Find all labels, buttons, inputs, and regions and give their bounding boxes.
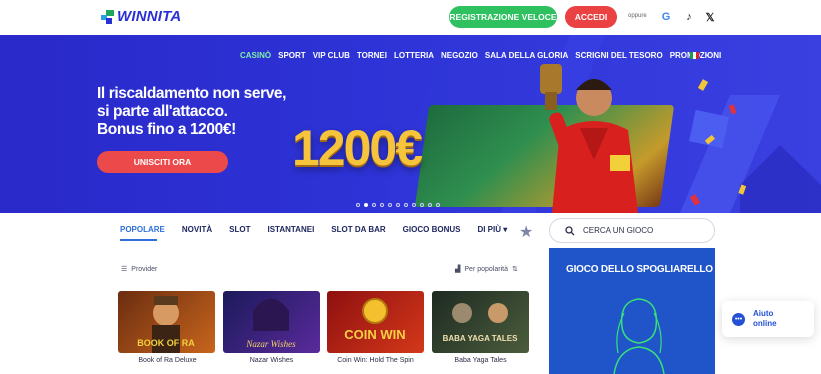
coin-win-art: COIN WIN xyxy=(344,298,406,342)
confetti-decoration xyxy=(690,79,747,205)
carousel-dot[interactable] xyxy=(356,203,360,207)
baba-yaga-art-text: BABA YAGA TALES xyxy=(443,334,518,343)
nazar-wishes-art-text: Nazar Wishes xyxy=(245,339,296,349)
chat-bubble-icon: ••• xyxy=(732,312,745,326)
carousel-dot[interactable] xyxy=(420,203,424,207)
carousel-dots xyxy=(356,203,440,207)
carousel-dot[interactable] xyxy=(372,203,376,207)
provider-filter[interactable]: ☰ Provider xyxy=(121,265,158,274)
search-input[interactable]: CERCA UN GIOCO xyxy=(549,218,715,243)
game-title-nazar-wishes: Nazar Wishes xyxy=(249,357,294,364)
x-icon[interactable]: 𝕏 xyxy=(702,9,718,25)
baba-yaga-art: BABA YAGA TALES xyxy=(443,303,518,343)
nav-item-scrigni-del-tesoro[interactable]: SCRIGNI DEL TESORO xyxy=(575,51,662,60)
flag-it-icon[interactable] xyxy=(690,52,699,59)
book-of-ra-art-text: BOOK OF RA xyxy=(137,338,195,348)
carousel-dot[interactable] xyxy=(412,203,416,207)
side-promo-title: GIOCO DELLO SPOGLIARELLO xyxy=(566,264,713,275)
chevron-down-icon: ▾ xyxy=(503,225,508,234)
carousel-dot[interactable] xyxy=(436,203,440,207)
game-tile-book-of-ra[interactable]: BOOK OF RA xyxy=(118,291,215,353)
chat-label-line1: Aiuto xyxy=(753,309,774,318)
side-promo-figure-image xyxy=(613,298,665,374)
game-title-book-of-ra: Book of Ra Deluxe xyxy=(138,357,197,364)
sort-bars-icon: ▟ xyxy=(455,266,461,273)
provider-label: Provider xyxy=(131,265,158,273)
carousel-dot[interactable] xyxy=(396,203,400,207)
nav-item-casino[interactable]: CASINÒ xyxy=(240,51,271,60)
coin-win-art-text: COIN WIN xyxy=(344,327,405,342)
hero-headline-line1: Il riscaldamento non serve, xyxy=(97,85,287,102)
sort-label: Per popolarità xyxy=(464,265,508,273)
register-button[interactable]: REGISTRAZIONE VELOCE xyxy=(449,6,557,28)
favorites-star-icon[interactable]: ★ xyxy=(519,222,533,242)
brand-logo[interactable]: WINNITA xyxy=(101,8,181,25)
game-tile-coin-win[interactable]: COIN WIN xyxy=(327,291,424,353)
chat-label: Aiuto online xyxy=(753,309,777,329)
join-now-button[interactable]: UNISCITI ORA xyxy=(97,151,228,173)
google-icon[interactable]: G xyxy=(658,9,674,25)
active-tab-indicator xyxy=(120,239,157,241)
hero-headline-line3: Bonus fino a 1200€! xyxy=(97,121,236,138)
tab-istantanei[interactable]: ISTANTANEI xyxy=(267,225,314,234)
nav-item-sport[interactable]: SPORT xyxy=(278,51,306,60)
tab-popolare[interactable]: POPOLARE xyxy=(120,225,165,234)
or-label: oppure xyxy=(628,13,647,19)
search-placeholder: CERCA UN GIOCO xyxy=(583,226,654,235)
game-tile-nazar-wishes[interactable]: Nazar Wishes xyxy=(223,291,320,353)
search-icon xyxy=(565,225,575,235)
carousel-dot[interactable] xyxy=(388,203,392,207)
nav-item-negozio[interactable]: NEGOZIO xyxy=(441,51,478,60)
tab-di-piu-label: DI PIÙ xyxy=(477,225,502,234)
book-of-ra-art: BOOK OF RA xyxy=(137,296,195,353)
top-bar: WINNITA REGISTRAZIONE VELOCE ACCEDI oppu… xyxy=(0,0,821,35)
game-title-baba-yaga-tales: Baba Yaga Tales xyxy=(454,357,507,364)
nav-item-lotteria[interactable]: LOTTERIA xyxy=(394,51,434,60)
hero-headline: Il riscaldamento non serve, si parte all… xyxy=(97,85,286,139)
carousel-dot[interactable] xyxy=(428,203,432,207)
nav-item-sala-della-gloria[interactable]: SALA DELLA GLORIA xyxy=(485,51,568,60)
nav-item-tornei[interactable]: TORNEI xyxy=(357,51,387,60)
sort-arrows-icon: ⇅ xyxy=(511,266,518,273)
sort-dropdown[interactable]: ▟ Per popolarità ⇅ xyxy=(455,265,518,274)
main-nav: CASINÒ SPORT VIP CLUB TORNEI LOTTERIA NE… xyxy=(240,51,721,60)
hero-driver-image xyxy=(540,64,638,213)
tab-di-piu[interactable]: DI PIÙ ▾ xyxy=(477,225,507,234)
tab-slot-da-bar[interactable]: SLOT DA BAR xyxy=(331,225,385,234)
filter-lines-icon: ☰ xyxy=(121,266,128,273)
carousel-dot[interactable] xyxy=(364,203,368,207)
chat-label-line2: online xyxy=(753,319,777,328)
tab-slot[interactable]: SLOT xyxy=(229,225,250,234)
hero-banner: CASINÒ SPORT VIP CLUB TORNEI LOTTERIA NE… xyxy=(0,35,821,213)
tab-novita[interactable]: NOVITÀ xyxy=(182,225,212,234)
nav-item-vip-club[interactable]: VIP CLUB xyxy=(313,51,350,60)
nazar-wishes-art: Nazar Wishes xyxy=(245,298,296,349)
page-root: WINNITA REGISTRAZIONE VELOCE ACCEDI oppu… xyxy=(0,0,821,374)
hero-headline-line2: si parte all'attacco. xyxy=(97,103,228,120)
tab-gioco-bonus[interactable]: GIOCO BONUS xyxy=(403,225,461,234)
online-help-chat-widget[interactable]: ••• Aiuto online xyxy=(722,301,814,337)
carousel-dot[interactable] xyxy=(380,203,384,207)
game-tile-baba-yaga-tales[interactable]: BABA YAGA TALES xyxy=(432,291,529,353)
game-title-coin-win: Coin Win: Hold The Spin xyxy=(337,357,414,364)
category-tabs: POPOLARE NOVITÀ SLOT ISTANTANEI SLOT DA … xyxy=(120,225,507,234)
logo-mark-icon xyxy=(101,9,114,24)
bonus-amount: 1200€ xyxy=(292,120,423,176)
tiktok-icon[interactable]: ♪ xyxy=(681,9,697,25)
login-button[interactable]: ACCEDI xyxy=(565,6,617,28)
carousel-dot[interactable] xyxy=(404,203,408,207)
language-chevron-down-icon[interactable]: ⌄ xyxy=(704,49,711,58)
side-promo-banner[interactable]: GIOCO DELLO SPOGLIARELLO xyxy=(549,248,715,374)
brand-name: WINNITA xyxy=(117,8,182,25)
